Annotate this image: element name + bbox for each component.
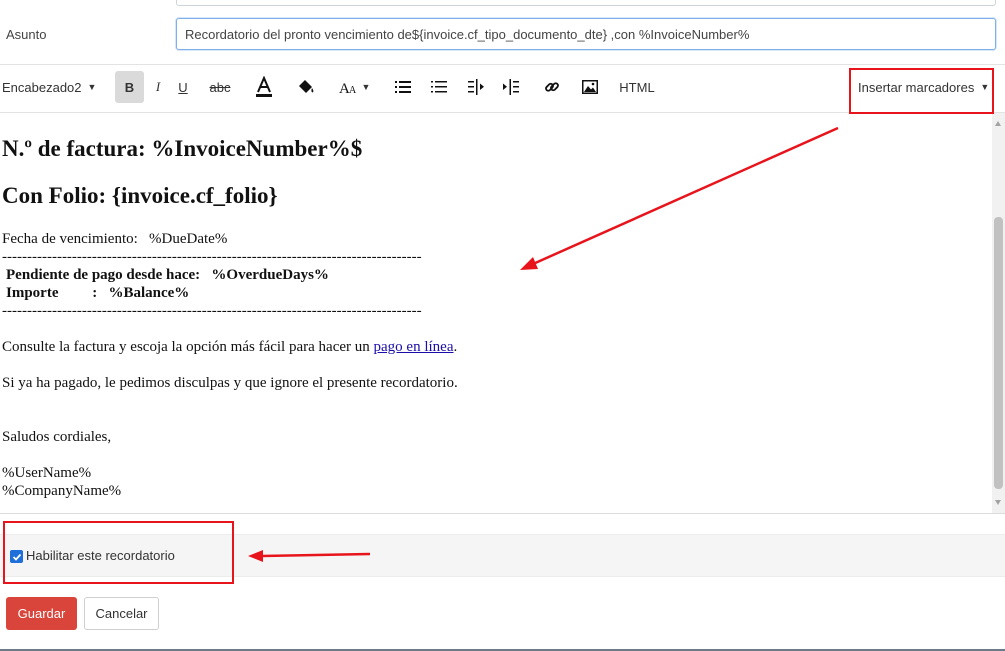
chevron-down-icon: ▼	[361, 82, 371, 92]
cancel-button[interactable]: Cancelar	[84, 597, 159, 630]
svg-text:A: A	[349, 85, 357, 95]
editor-scrollbar[interactable]	[992, 113, 1005, 513]
font-size-dropdown[interactable]: A A ▼	[337, 71, 371, 103]
bullet-list-icon	[395, 81, 411, 93]
link-icon	[545, 82, 559, 92]
subject-row: Asunto	[0, 14, 1005, 58]
divider	[0, 513, 1005, 514]
numbered-list-icon	[431, 81, 447, 93]
font-size-icon: A A	[339, 81, 357, 95]
annotation-box-insert-markers	[849, 68, 994, 114]
separator-line: ----------------------------------------…	[2, 249, 422, 265]
indent-icon	[503, 79, 519, 95]
company-name-line: %CompanyName%	[2, 483, 122, 499]
online-payment-link[interactable]: pago en línea	[374, 339, 454, 355]
consult-text: Consulte la factura y escoja la opción m…	[2, 339, 374, 355]
consult-paragraph: Consulte la factura y escoja la opción m…	[2, 338, 457, 356]
previous-field-input[interactable]	[176, 0, 996, 6]
regards-line: Saludos cordiales,	[2, 429, 112, 445]
image-icon	[582, 80, 598, 94]
subject-label: Asunto	[6, 27, 47, 42]
numbered-list-button[interactable]	[428, 71, 450, 103]
italic-button[interactable]: I	[150, 71, 166, 103]
consult-end: .	[453, 339, 458, 355]
heading-label: Encabezado2	[2, 79, 82, 95]
save-button[interactable]: Guardar	[6, 597, 77, 630]
bullet-list-button[interactable]	[392, 71, 414, 103]
subject-input[interactable]	[176, 18, 996, 50]
invoice-number-heading: N.º de factura: %InvoiceNumber%$	[2, 136, 363, 161]
indent-button[interactable]	[501, 71, 521, 103]
scroll-down-arrow-icon[interactable]	[995, 500, 1001, 505]
insert-link-button[interactable]	[542, 71, 562, 103]
annotation-box-enable-reminder	[3, 521, 234, 584]
bold-button[interactable]: B	[115, 71, 144, 103]
divider	[0, 64, 1005, 65]
background-color-button[interactable]	[294, 71, 318, 103]
underline-button[interactable]: U	[175, 71, 191, 103]
font-color-button[interactable]	[253, 71, 275, 103]
already-paid-paragraph: Si ya ha pagado, le pedimos disculpas y …	[2, 375, 458, 391]
email-body-editor[interactable]: N.º de factura: %InvoiceNumber%$ Con Fol…	[0, 113, 992, 513]
insert-image-button[interactable]	[579, 71, 601, 103]
paint-bucket-icon	[296, 80, 314, 95]
font-color-icon	[256, 76, 272, 97]
overdue-days-line: Pendiente de pago desde hace: %OverdueDa…	[6, 267, 329, 283]
heading-dropdown[interactable]: Encabezado2 ▼	[2, 71, 106, 103]
balance-line: Importe : %Balance%	[6, 285, 190, 301]
scrollbar-thumb[interactable]	[994, 217, 1003, 489]
html-source-button[interactable]: HTML	[614, 71, 660, 103]
chevron-down-icon: ▼	[87, 82, 97, 92]
due-date-line: Fecha de vencimiento: %DueDate%	[2, 231, 228, 247]
outdent-icon	[468, 79, 484, 95]
scroll-up-arrow-icon[interactable]	[995, 121, 1001, 126]
outdent-button[interactable]	[466, 71, 486, 103]
folio-heading: Con Folio: {invoice.cf_folio}	[2, 183, 278, 208]
separator-line: ----------------------------------------…	[2, 303, 422, 319]
user-name-line: %UserName%	[2, 465, 92, 481]
strikethrough-button[interactable]: abc	[206, 71, 234, 103]
